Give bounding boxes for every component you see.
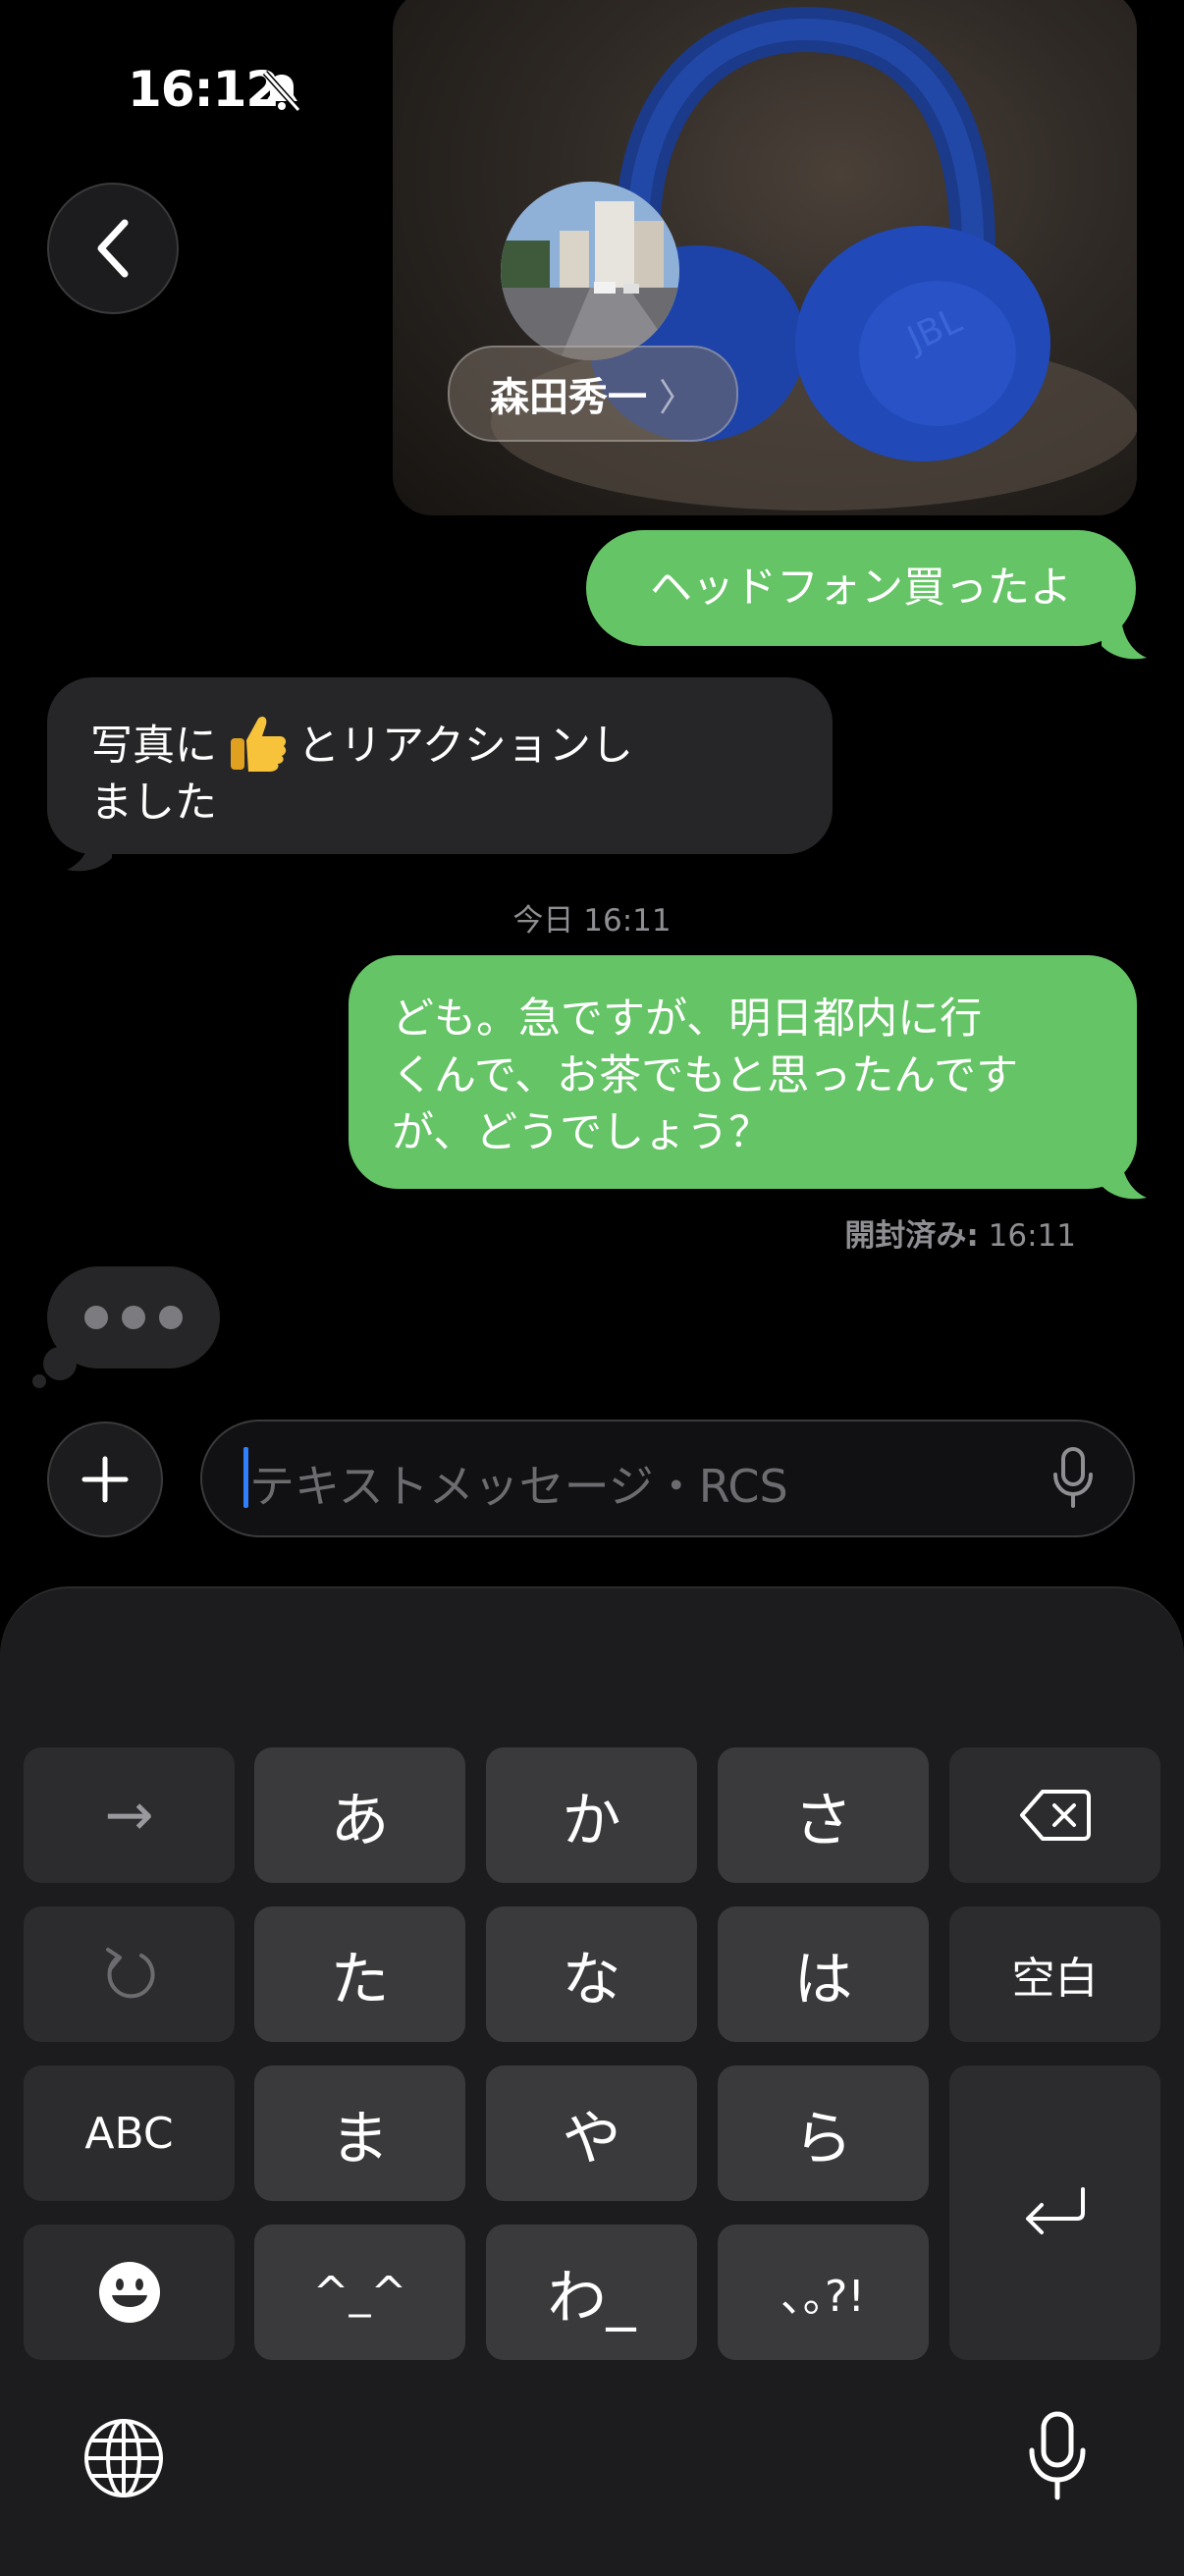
emoji-face-icon [98,2262,160,2323]
read-receipt: 開封済み: 16:11 [844,1210,1076,1255]
key-arrow-right[interactable]: → [24,1747,235,1883]
message-input-placeholder: テキストメッセージ・RCS [249,1460,788,1513]
chevron-right-icon: 〉 [658,375,696,419]
undo-key[interactable] [24,1906,235,2042]
status-time: 16:12 [128,61,280,118]
typing-dot [84,1306,108,1329]
key-sa[interactable]: さ [718,1747,929,1883]
text-cursor [243,1447,248,1508]
message-text: ヘッドフォン買ったよ [650,564,1072,613]
key-ra[interactable]: ら [718,2066,929,2201]
contact-name: 森田秀一 [489,375,647,420]
typing-indicator [47,1266,220,1368]
space-key[interactable]: 空白 [949,1906,1160,2042]
back-button[interactable] [47,183,179,314]
chevron-left-icon [97,219,129,278]
contact-name-button[interactable]: 森田秀一 〉 [448,346,738,442]
return-key[interactable] [949,2066,1160,2360]
contact-avatar[interactable] [501,182,679,360]
emoji-key[interactable] [24,2225,235,2360]
globe-icon[interactable] [82,2417,165,2499]
message-text: ました [90,778,217,828]
message-text: とリアクションし [297,722,633,771]
message-text: が、どうでしょう？ [392,1108,772,1157]
abc-key[interactable]: ABC [24,2066,235,2201]
timestamp-day: 今日 16:11 [512,903,672,939]
delete-backward-icon [1019,1790,1091,1841]
key-ha[interactable]: は [718,1906,929,2042]
key-ma[interactable]: ま [254,2066,465,2201]
outgoing-message[interactable]: ども。急ですが、明日都内に行 くんで、お茶でもと思ったんです が、どうでしょう？ [349,955,1137,1189]
delete-key[interactable] [949,1747,1160,1883]
key-a[interactable]: あ [254,1747,465,1883]
incoming-message[interactable]: 写真に とリアクションし ました [47,677,833,854]
key-ya[interactable]: や [486,2066,697,2201]
bell-slash-icon [262,70,301,113]
key-kaomoji[interactable]: ^_^ [254,2225,465,2360]
undo-icon [105,1948,155,1999]
dictation-microphone-icon[interactable] [1027,2411,1088,2501]
read-label: 開封済み: [844,1218,979,1254]
key-ta[interactable]: た [254,1906,465,2042]
message-text: 写真に [90,722,217,771]
read-time: 16:11 [988,1218,1076,1254]
key-na[interactable]: な [486,1906,697,2042]
add-attachment-button[interactable] [47,1422,163,1537]
key-wa[interactable]: わ_ [486,2225,697,2360]
message-text: くんで、お茶でもと思ったんです [392,1051,1019,1100]
outgoing-message[interactable]: ヘッドフォン買ったよ [586,530,1136,646]
thumbs-up-icon [231,717,287,772]
key-ka[interactable]: か [486,1747,697,1883]
return-icon [1025,2187,1085,2234]
plus-icon [81,1456,129,1503]
typing-indicator-tail [32,1374,46,1388]
message-text: ども。急ですが、明日都内に行 [392,994,983,1044]
typing-dot [122,1306,145,1329]
microphone-icon[interactable] [1050,1447,1096,1508]
typing-dot [159,1306,183,1329]
key-punctuation[interactable]: ､｡?! [718,2225,929,2360]
